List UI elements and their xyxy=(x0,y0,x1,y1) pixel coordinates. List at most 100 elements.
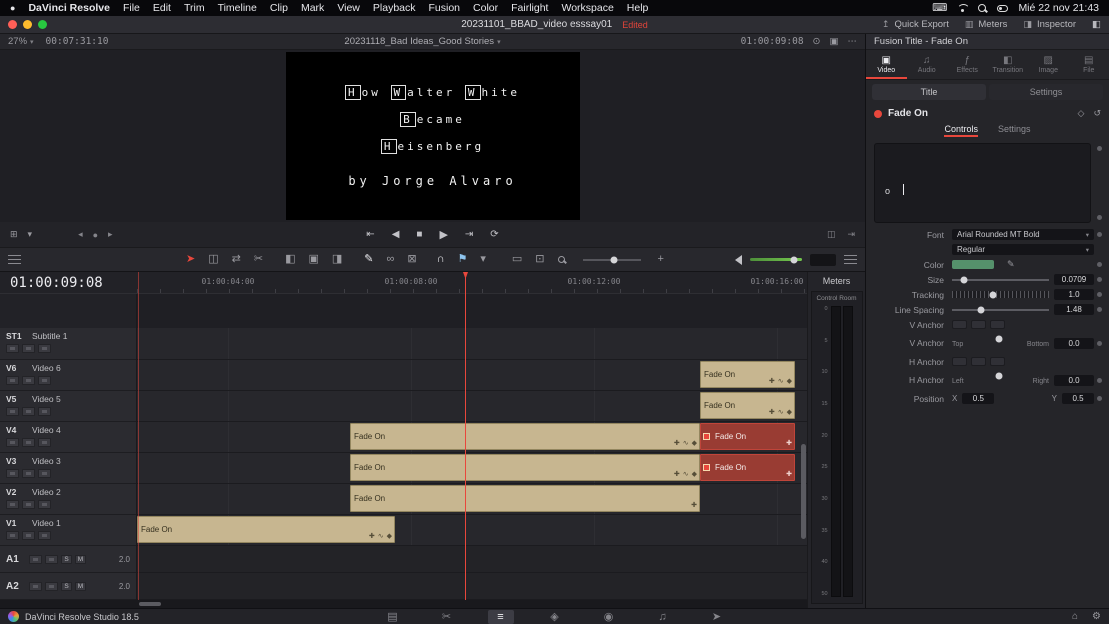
timeline-name-dropdown[interactable]: 20231118_Bad Ideas_Good Stories▾ xyxy=(178,36,667,47)
viewer-zoom-dropdown[interactable]: 27%▾ xyxy=(8,36,34,47)
track-enable-icon[interactable] xyxy=(22,438,35,447)
track-header-v6[interactable]: V6Video 6 xyxy=(0,360,136,391)
monitor-volume-slider[interactable] xyxy=(750,258,802,261)
size-slider[interactable] xyxy=(952,279,1049,281)
timeline-clip-fade-on[interactable]: Fade On ✚∿◆ xyxy=(700,392,795,419)
flag-chevron-icon[interactable]: ▾ xyxy=(480,254,486,265)
subtab-settings[interactable]: Settings xyxy=(998,124,1031,137)
keyframe-dot[interactable] xyxy=(1097,378,1102,383)
position-x-value[interactable]: 0.5 xyxy=(962,393,994,404)
speaker-icon[interactable] xyxy=(735,255,742,265)
track-lock-icon[interactable] xyxy=(6,344,19,353)
timeline-clip-fade-on[interactable]: Fade On ✚∿◆ xyxy=(350,423,700,450)
viewer-options-icon[interactable]: ⋯ xyxy=(848,36,858,47)
subtab-controls[interactable]: Controls xyxy=(944,124,978,137)
track-header-v5[interactable]: V5Video 5 xyxy=(0,391,136,422)
timeline-vertical-scrollbar[interactable] xyxy=(801,444,806,539)
track-enable-icon[interactable] xyxy=(22,500,35,509)
dynamic-trim-mode-tool[interactable]: ⇄ xyxy=(232,254,241,265)
track-header-v1[interactable]: V1Video 1 xyxy=(0,515,136,546)
tab-image[interactable]: ▨Image xyxy=(1028,50,1069,79)
track-header-v3[interactable]: V3Video 3 xyxy=(0,453,136,484)
line-spacing-value[interactable]: 1.48 xyxy=(1054,304,1094,315)
trim-edit-mode-tool[interactable]: ◫ xyxy=(208,254,218,265)
keyframe-dot[interactable] xyxy=(1097,146,1102,151)
selected-fusion-title-clip[interactable]: Fade On ✚ xyxy=(700,454,795,481)
zoom-in-icon[interactable]: + xyxy=(658,254,664,265)
zoom-slider-knob[interactable] xyxy=(611,256,618,263)
video-preview[interactable]: How Walter White Became Heisenberg by Jo… xyxy=(286,52,580,220)
menu-playback[interactable]: Playback xyxy=(373,2,416,14)
page-edit[interactable]: ≡ xyxy=(488,610,514,624)
replace-clip-button[interactable]: ◨ xyxy=(332,254,342,265)
menu-file[interactable]: File xyxy=(123,2,140,14)
keyframe-dot[interactable] xyxy=(1097,341,1102,346)
keyframe-dot[interactable] xyxy=(1097,277,1102,282)
page-cut[interactable]: ✂ xyxy=(434,610,460,624)
track-auto-select-icon[interactable] xyxy=(38,407,51,416)
track-lock-icon[interactable] xyxy=(6,469,19,478)
track-enable-icon[interactable] xyxy=(22,407,35,416)
h-anchor-right-button[interactable] xyxy=(990,357,1005,366)
position-y-value[interactable]: 0.5 xyxy=(1062,393,1094,404)
stop-button[interactable]: ■ xyxy=(416,229,422,240)
clip-enable-toggle[interactable] xyxy=(874,110,882,118)
v-anchor-top-button[interactable] xyxy=(952,320,967,329)
timeline-clip-fade-on[interactable]: Fade On ✚∿◆ xyxy=(700,361,795,388)
pen-tool[interactable]: ✎ xyxy=(364,254,373,265)
blade-edit-mode-tool[interactable]: ✂ xyxy=(254,254,263,265)
v-anchor-knob[interactable] xyxy=(995,335,1002,342)
jump-to-end-button[interactable]: ⇥ xyxy=(465,229,473,240)
next-marker-icon[interactable]: ▸ xyxy=(108,229,113,240)
mute-button[interactable]: M xyxy=(75,555,86,564)
keyboard-icon[interactable]: ⌨ xyxy=(932,2,947,14)
panel-layout-icon[interactable]: ◧ xyxy=(1092,19,1101,30)
color-swatch[interactable] xyxy=(952,260,994,269)
size-slider-knob[interactable] xyxy=(960,276,967,283)
menu-timeline[interactable]: Timeline xyxy=(218,2,257,14)
app-menu[interactable]: DaVinci Resolve xyxy=(28,2,110,14)
line-spacing-slider-knob[interactable] xyxy=(978,306,985,313)
track-enable-icon[interactable] xyxy=(22,469,35,478)
viewer-gamepad-icon[interactable]: ⊙ xyxy=(813,36,821,47)
h-anchor-value[interactable]: 0.0 xyxy=(1054,375,1094,386)
track-lock-icon[interactable] xyxy=(6,438,19,447)
inspector-toggle-button[interactable]: ◨ Inspector xyxy=(1023,19,1076,30)
menu-fairlight[interactable]: Fairlight xyxy=(511,2,548,14)
timeline-clip-fade-on[interactable]: Fade On ✚∿◆ xyxy=(137,516,395,543)
loop-button[interactable]: ⟳ xyxy=(490,229,498,240)
menu-edit[interactable]: Edit xyxy=(153,2,171,14)
reset-icon[interactable]: ↺ xyxy=(1093,108,1101,119)
cinema-viewer-icon[interactable]: ◫ xyxy=(827,229,836,240)
close-window-button[interactable] xyxy=(8,20,17,29)
menu-clip[interactable]: Clip xyxy=(270,2,288,14)
menu-view[interactable]: View xyxy=(337,2,360,14)
v-anchor-bottom-button[interactable] xyxy=(990,320,1005,329)
v-anchor-center-button[interactable] xyxy=(971,320,986,329)
timeline-clip-fade-on[interactable]: Fade On ✚∿◆ xyxy=(350,454,700,481)
tab-effects[interactable]: ƒEffects xyxy=(947,50,988,79)
track-enable-icon[interactable] xyxy=(22,531,35,540)
tracking-slider[interactable] xyxy=(952,291,1049,298)
track-header-a2[interactable]: A2 S M 2.0 xyxy=(0,573,136,600)
timeline-view-options-icon[interactable] xyxy=(8,255,21,264)
menu-trim[interactable]: Trim xyxy=(184,2,205,14)
timeline-horizontal-scrollbar[interactable] xyxy=(0,600,807,608)
scrollbar-thumb[interactable] xyxy=(139,602,161,606)
tab-transition[interactable]: ◧Transition xyxy=(988,50,1029,79)
h-anchor-left-button[interactable] xyxy=(952,357,967,366)
zoom-window-button[interactable] xyxy=(38,20,47,29)
overwrite-clip-button[interactable]: ▣ xyxy=(308,254,318,265)
track-lock-icon[interactable] xyxy=(29,555,42,564)
flag-marker-icon[interactable]: ⚑ xyxy=(457,254,467,265)
track-lock-icon[interactable] xyxy=(6,376,19,385)
menu-mark[interactable]: Mark xyxy=(301,2,324,14)
project-settings-icon[interactable]: ⚙ xyxy=(1092,611,1101,622)
h-anchor-center-button[interactable] xyxy=(971,357,986,366)
track-lock-icon[interactable] xyxy=(6,531,19,540)
quick-export-button[interactable]: ↥ Quick Export xyxy=(882,19,949,30)
jump-to-start-button[interactable]: ⇤ xyxy=(366,229,374,240)
page-media[interactable]: ▤ xyxy=(380,610,406,624)
track-auto-select-icon[interactable] xyxy=(38,438,51,447)
keyframe-icon[interactable]: ◇ xyxy=(1078,108,1085,119)
